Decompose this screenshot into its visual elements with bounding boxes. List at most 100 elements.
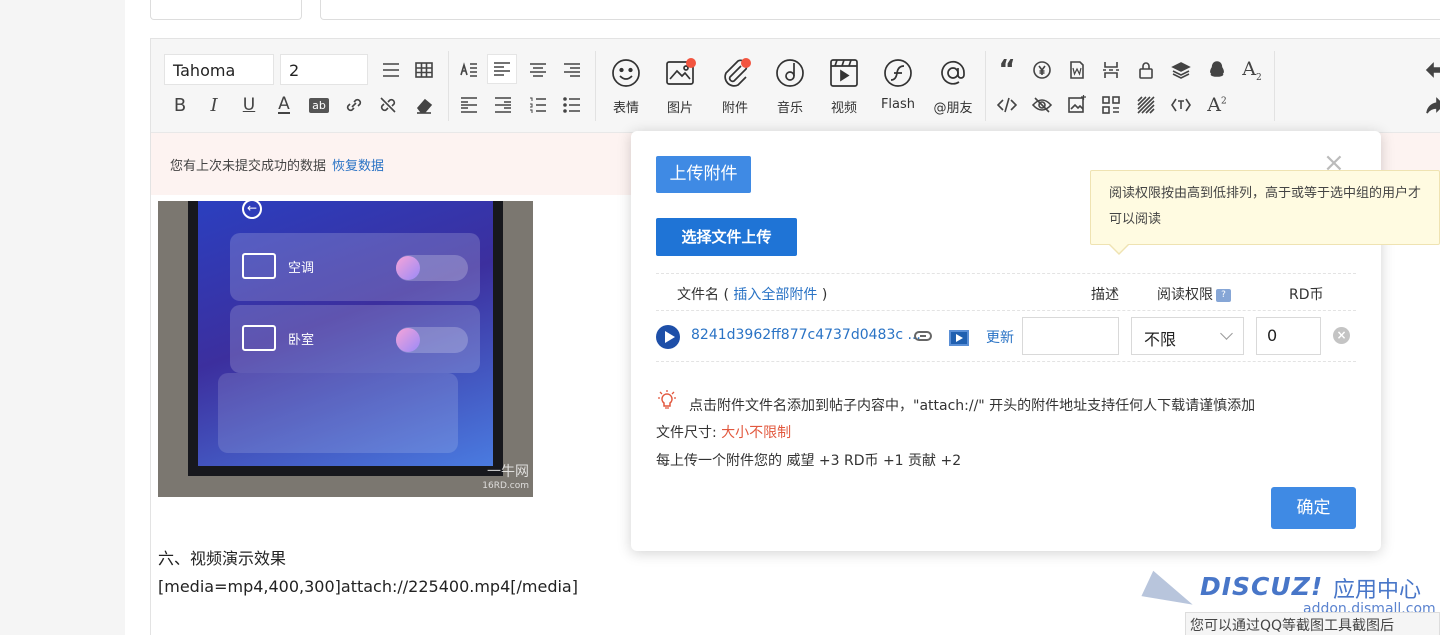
photo-watermark: 一牛网 16RD.com bbox=[482, 465, 529, 493]
font-family-select[interactable]: Tahoma bbox=[164, 54, 274, 85]
image-label: 图片 bbox=[666, 101, 693, 116]
align-right-icon[interactable] bbox=[560, 58, 584, 82]
emoji-label: 表情 bbox=[612, 101, 639, 116]
underline-icon[interactable]: U bbox=[237, 93, 261, 117]
device-row-aircon-label: 空调 bbox=[288, 261, 315, 276]
file-size-label: 文件尺寸: bbox=[656, 425, 717, 441]
rd-coin-input[interactable]: 0 bbox=[1256, 317, 1321, 355]
restore-data-link[interactable]: 恢复数据 bbox=[332, 159, 384, 174]
mention-friend-button[interactable]: @朋友 bbox=[928, 57, 978, 119]
undo-icon[interactable] bbox=[1423, 58, 1440, 82]
background-color-icon[interactable]: ab bbox=[307, 93, 331, 117]
align-center-icon[interactable] bbox=[526, 58, 550, 82]
mention-friend-label: @朋友 bbox=[933, 101, 973, 116]
lock-icon[interactable] bbox=[1134, 58, 1158, 82]
chevron-down-icon bbox=[1220, 327, 1233, 340]
flash-button[interactable]: Flash bbox=[873, 57, 923, 119]
back-icon: ← bbox=[242, 201, 262, 219]
discuz-watermark: DISCUZ! 应用中心 addon.dismall.com 您可以通过QQ等截… bbox=[1141, 570, 1440, 635]
font-size-select[interactable]: 2 bbox=[280, 54, 368, 85]
attachment-tip-text: 点击附件文件名添加到帖子内容中，"attach://" 开头的附件地址支持任何人… bbox=[689, 398, 1256, 414]
table-divider bbox=[656, 273, 1356, 274]
font-color-icon[interactable]: A bbox=[272, 93, 296, 117]
column-rd-coin: RD币 bbox=[1289, 287, 1324, 303]
select-file-upload-button[interactable]: 选择文件上传 bbox=[656, 218, 797, 256]
brand-arrow-icon bbox=[1141, 570, 1199, 618]
italic-icon[interactable]: I bbox=[202, 93, 226, 117]
at-icon bbox=[941, 60, 965, 85]
toolbar-divider bbox=[985, 51, 986, 121]
image-upload-icon[interactable] bbox=[1065, 93, 1089, 117]
quote-icon[interactable]: “ bbox=[995, 57, 1019, 83]
attachment-badge-dot bbox=[741, 58, 751, 68]
attachment-button[interactable]: 附件 bbox=[710, 57, 760, 119]
text-tag-icon[interactable] bbox=[1169, 93, 1193, 117]
content-media-code[interactable]: [media=mp4,400,300]attach://225400.mp4[/… bbox=[158, 577, 578, 596]
bed-icon bbox=[242, 325, 276, 351]
video-button[interactable]: 视频 bbox=[819, 57, 869, 119]
file-size-value: 大小不限制 bbox=[721, 425, 792, 441]
line-height-icon[interactable] bbox=[379, 58, 403, 82]
discuz-logo: DISCUZ! bbox=[1200, 572, 1324, 601]
column-read-permission: 阅读权限? bbox=[1157, 284, 1231, 304]
unlink-icon[interactable] bbox=[376, 93, 400, 117]
chain-link-icon[interactable] bbox=[914, 331, 932, 341]
insert-media-icon[interactable] bbox=[949, 330, 969, 346]
confirm-button[interactable]: 确定 bbox=[1271, 487, 1356, 529]
align-left-icon[interactable] bbox=[487, 54, 517, 84]
image-button[interactable]: 图片 bbox=[655, 57, 705, 119]
toolbar-divider bbox=[448, 51, 449, 121]
superscript-icon[interactable]: A2 bbox=[1205, 93, 1229, 117]
subject-input[interactable] bbox=[320, 0, 1440, 20]
subscript-icon[interactable]: A2 bbox=[1240, 58, 1264, 83]
embedded-photo: ← 空调 卧室 一牛网 16RD.com bbox=[158, 201, 533, 497]
word-doc-icon[interactable] bbox=[1065, 58, 1089, 82]
content-heading: 六、视频演示效果 bbox=[158, 549, 287, 568]
layers-icon[interactable] bbox=[1169, 58, 1193, 82]
delete-icon[interactable]: × bbox=[1333, 327, 1350, 344]
emoji-button[interactable]: 表情 bbox=[601, 57, 651, 119]
eraser-icon[interactable] bbox=[412, 93, 436, 117]
link-icon[interactable] bbox=[342, 93, 366, 117]
help-icon[interactable]: ? bbox=[1216, 288, 1231, 302]
device-panel bbox=[218, 373, 458, 453]
table-icon[interactable] bbox=[412, 58, 436, 82]
attachment-label: 附件 bbox=[721, 101, 748, 116]
update-attachment-link[interactable]: 更新 bbox=[986, 327, 1014, 347]
bold-icon[interactable]: B bbox=[168, 93, 192, 117]
dialog-title-tab[interactable]: 上传附件 bbox=[656, 156, 751, 193]
insert-all-attachments-link[interactable]: 插入全部附件 bbox=[733, 287, 817, 303]
music-button[interactable]: 音乐 bbox=[765, 57, 815, 119]
coin-icon[interactable] bbox=[1030, 58, 1054, 82]
category-select[interactable] bbox=[150, 0, 302, 20]
code-icon[interactable] bbox=[995, 93, 1019, 117]
photo-watermark-text: 一牛网 bbox=[487, 464, 529, 480]
upload-reward-text: 每上传一个附件您的 威望 +3 RD币 +1 贡献 +2 bbox=[656, 453, 962, 469]
float-left-icon[interactable] bbox=[457, 93, 481, 117]
flash-icon bbox=[884, 59, 912, 87]
unordered-list-icon[interactable] bbox=[560, 93, 584, 117]
attachment-filename-link[interactable]: 8241d3962ff877c4737d0483c ... bbox=[691, 327, 921, 343]
hatch-pattern-icon[interactable] bbox=[1134, 93, 1158, 117]
device-row-bedroom-label: 卧室 bbox=[288, 333, 315, 348]
video-file-icon bbox=[656, 325, 680, 349]
lightbulb-icon bbox=[658, 390, 676, 409]
read-permission-value: 不限 bbox=[1144, 330, 1177, 349]
app-center-label: 应用中心 bbox=[1333, 578, 1422, 603]
video-label: 视频 bbox=[830, 101, 857, 116]
music-label: 音乐 bbox=[776, 101, 803, 116]
table-divider bbox=[656, 361, 1356, 362]
float-right-icon[interactable] bbox=[491, 93, 515, 117]
qq-icon[interactable] bbox=[1205, 58, 1229, 82]
redo-icon[interactable] bbox=[1423, 93, 1440, 117]
toolbar-divider bbox=[595, 51, 596, 121]
device-row-aircon: 空调 bbox=[230, 233, 480, 301]
auto-typeset-icon[interactable] bbox=[457, 58, 481, 82]
description-input[interactable] bbox=[1022, 317, 1119, 355]
photo-watermark-domain: 16RD.com bbox=[482, 481, 529, 491]
hide-content-icon[interactable] bbox=[1030, 93, 1054, 117]
page-break-icon[interactable] bbox=[1099, 58, 1123, 82]
ordered-list-icon[interactable] bbox=[526, 93, 550, 117]
read-permission-select[interactable]: 不限 bbox=[1131, 317, 1244, 355]
grid-layout-icon[interactable] bbox=[1099, 93, 1123, 117]
